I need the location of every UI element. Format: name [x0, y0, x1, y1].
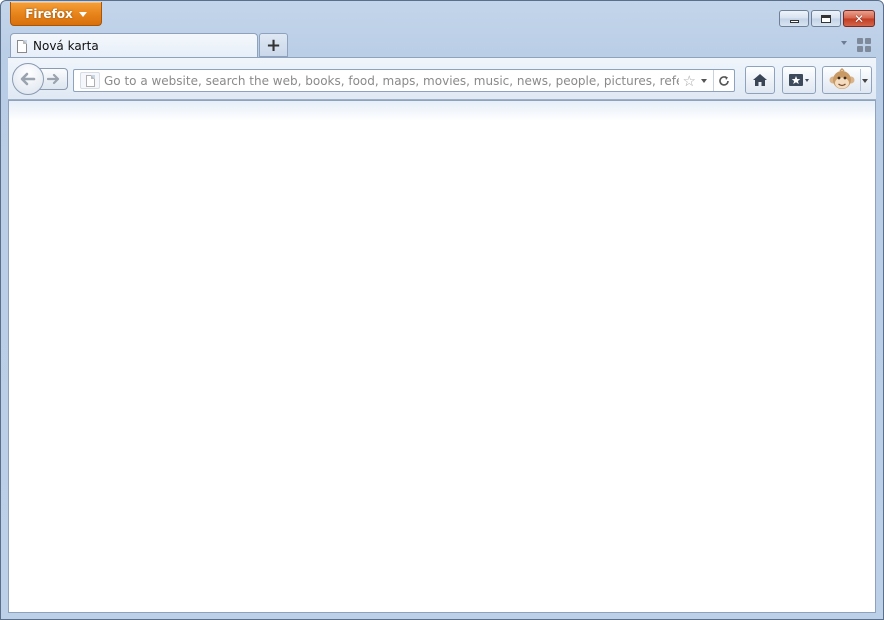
tab-list-dropdown[interactable] [841, 41, 847, 45]
tab-new-tab[interactable]: Nová karta [10, 33, 258, 58]
tab-label: Nová karta [33, 39, 99, 53]
minimize-icon [789, 19, 799, 23]
back-arrow-icon [20, 72, 36, 86]
forward-arrow-icon [47, 73, 60, 85]
browser-window: Firefox ✕ Nová karta + Go to a website, … [0, 0, 884, 620]
persona-button[interactable] [822, 66, 872, 94]
tab-groups-button[interactable] [857, 38, 871, 52]
home-button[interactable] [745, 66, 775, 94]
persona-dropdown-arrow[interactable] [862, 79, 868, 83]
bookmarks-icon [789, 74, 809, 86]
maximize-button[interactable] [811, 10, 841, 27]
url-bar: ☆ [73, 69, 735, 92]
plus-icon: + [265, 34, 282, 56]
star-icon[interactable]: ☆ [683, 72, 696, 90]
maximize-icon [821, 14, 831, 23]
reload-button[interactable] [713, 70, 734, 91]
home-icon [753, 74, 767, 86]
close-icon: ✕ [853, 11, 865, 26]
minimize-button[interactable] [779, 10, 809, 27]
firefox-menu-label: Firefox [25, 6, 73, 21]
back-button[interactable] [12, 63, 44, 95]
new-tab-button[interactable]: + [259, 33, 288, 57]
firefox-menu-button[interactable]: Firefox [10, 2, 102, 26]
reload-icon [719, 75, 729, 86]
tab-groups-icon [857, 38, 863, 44]
history-dropdown-button[interactable] [701, 78, 707, 83]
bookmarks-button[interactable] [782, 66, 816, 94]
back-forward-group [12, 63, 70, 95]
monkey-face-icon [829, 68, 855, 89]
navigation-toolbar: ☆ [8, 57, 876, 100]
close-button[interactable]: ✕ [843, 10, 875, 27]
page-content-area[interactable] [8, 100, 876, 613]
url-input[interactable] [100, 71, 683, 90]
blank-page-icon [85, 74, 95, 87]
site-identity-button[interactable] [80, 72, 100, 89]
blank-page-icon [17, 39, 27, 53]
chevron-down-icon [78, 11, 87, 17]
window-controls: ✕ [779, 10, 875, 27]
